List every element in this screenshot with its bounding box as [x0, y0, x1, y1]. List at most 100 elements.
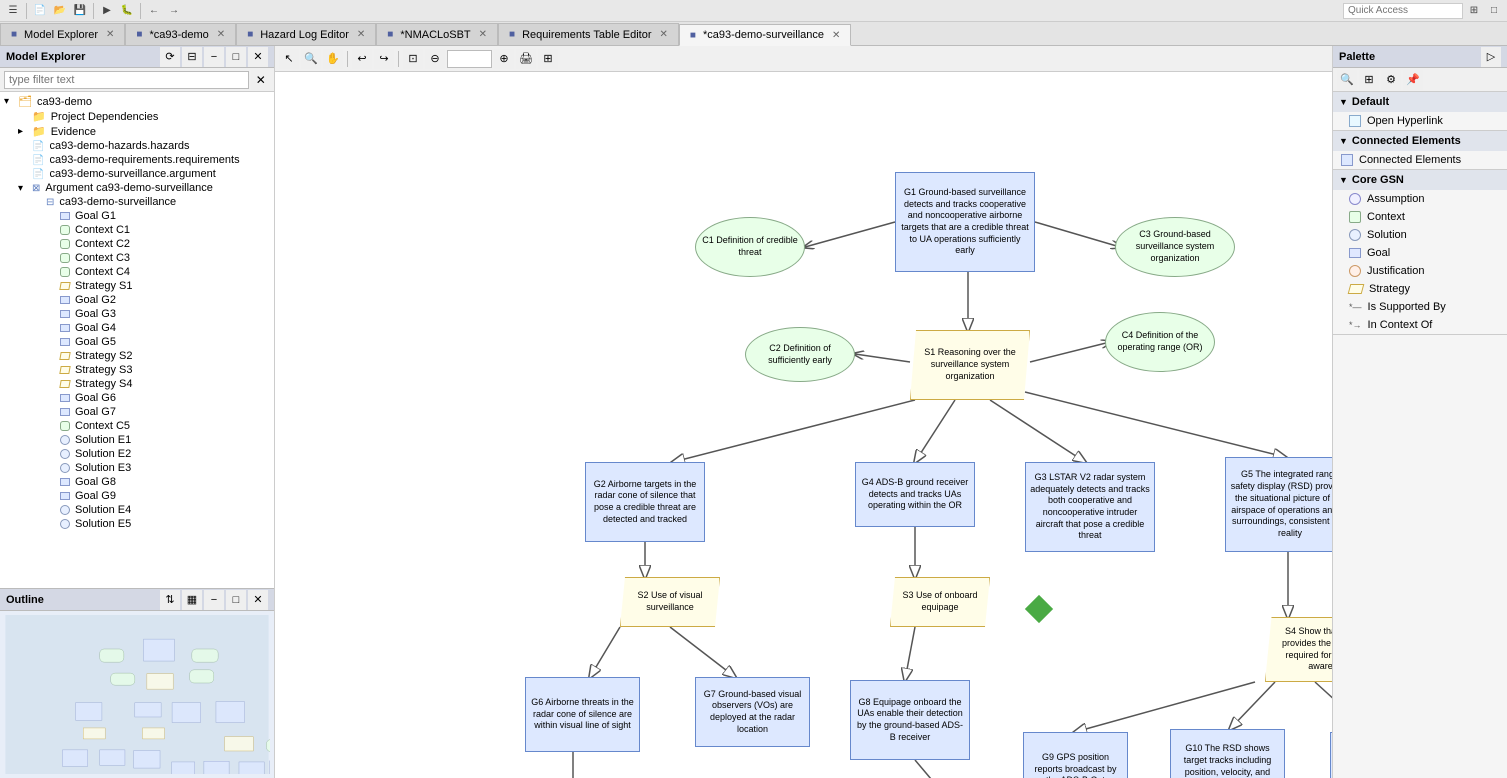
tree-item-goal-g9[interactable]: Goal G9	[0, 489, 274, 503]
tree-item-solution-e2[interactable]: Solution E2	[0, 447, 274, 461]
tree-item-goal-g8[interactable]: Goal G8	[0, 475, 274, 489]
tab-requirements-table[interactable]: ■Requirements Table Editor✕	[498, 23, 679, 45]
tab-hazard-log[interactable]: ■Hazard Log Editor✕	[236, 23, 376, 45]
tree-item-goal-g2[interactable]: Goal G2	[0, 293, 274, 307]
tree-item-context-c1[interactable]: Context C1	[0, 223, 274, 237]
diagram-canvas[interactable]: G1 Ground-based surveillance detects and…	[275, 72, 1332, 778]
me-close-btn[interactable]: ✕	[248, 47, 268, 67]
diag-undo-btn[interactable]: ↩	[352, 49, 372, 69]
palette-section-gsn-header[interactable]: ▼ Core GSN	[1333, 170, 1507, 190]
outline-max-btn[interactable]: □	[226, 590, 246, 610]
quick-access-input[interactable]	[1343, 3, 1463, 19]
tree-item-solution-e1[interactable]: Solution E1	[0, 433, 274, 447]
node-g4[interactable]: G4 ADS-B ground receiver detects and tra…	[855, 462, 975, 527]
outline-sort-btn[interactable]: ⇅	[160, 590, 180, 610]
me-collapse-btn[interactable]: ⊟	[182, 47, 202, 67]
node-g6[interactable]: G6 Airborne threats in the radar cone of…	[525, 677, 640, 752]
node-g11[interactable]: G11 The RSD is calibrated and centered t…	[1330, 732, 1332, 778]
tree-item-goal-g5[interactable]: Goal G5	[0, 335, 274, 349]
diag-zoomout-btn[interactable]: ⊖	[425, 49, 445, 69]
toolbar-menu[interactable]: ☰	[4, 2, 22, 20]
diag-select-btn[interactable]: ↖	[279, 49, 299, 69]
node-g9[interactable]: G9 GPS position reports broadcast by the…	[1023, 732, 1128, 778]
node-g5[interactable]: G5 The integrated range safety display (…	[1225, 457, 1332, 552]
palette-section-default-header[interactable]: ▼ Default	[1333, 92, 1507, 112]
tree-item-surveillance-file[interactable]: 📄ca93-demo-surveillance.argument	[0, 167, 274, 181]
tree-item-solution-e3[interactable]: Solution E3	[0, 461, 274, 475]
palette-item-strategy[interactable]: Strategy	[1333, 280, 1507, 298]
diag-fit-btn[interactable]: ⊡	[403, 49, 423, 69]
palette-item-goal[interactable]: Goal	[1333, 244, 1507, 262]
node-g7[interactable]: G7 Ground-based visual observers (VOs) a…	[695, 677, 810, 747]
toolbar-forward[interactable]: →	[165, 2, 183, 20]
outline-pin-btn[interactable]: −	[204, 590, 224, 610]
tree-item-surveillance-node[interactable]: ⊟ca93-demo-surveillance	[0, 195, 274, 209]
diag-zoom-btn[interactable]: 🔍	[301, 49, 321, 69]
node-s2[interactable]: S2 Use of visual surveillance	[620, 577, 720, 627]
toolbar-new[interactable]: 📄	[31, 2, 49, 20]
diag-print-btn[interactable]: 🖨	[516, 49, 536, 69]
node-g8[interactable]: G8 Equipage onboard the UAs enable their…	[850, 680, 970, 760]
me-sync-btn[interactable]: ⟳	[160, 47, 180, 67]
tree-item-project-deps[interactable]: 📁Project Dependencies	[0, 109, 274, 124]
tab-ca93-demo[interactable]: ■*ca93-demo✕	[125, 23, 236, 45]
tree-item-goal-g7[interactable]: Goal G7	[0, 405, 274, 419]
palette-settings-btn[interactable]: ⚙	[1381, 70, 1401, 90]
tree-item-solution-e5[interactable]: Solution E5	[0, 517, 274, 531]
tree-item-goal-g6[interactable]: Goal G6	[0, 391, 274, 405]
tree-item-context-c4[interactable]: Context C4	[0, 265, 274, 279]
tree-item-strategy-s1[interactable]: Strategy S1	[0, 279, 274, 293]
tree-item-goal-g1[interactable]: Goal G1	[0, 209, 274, 223]
tree-item-context-c5[interactable]: Context C5	[0, 419, 274, 433]
connected-elements-item[interactable]: Connected Elements	[1333, 151, 1507, 169]
tree-toggle-evidence[interactable]: ▸	[18, 126, 30, 137]
tree-item-hazards-file[interactable]: 📄ca93-demo-hazards.hazards	[0, 139, 274, 153]
tree-item-goal-g4[interactable]: Goal G4	[0, 321, 274, 335]
tree-item-strategy-s3[interactable]: Strategy S3	[0, 363, 274, 377]
node-g10[interactable]: G10 The RSD shows target tracks includin…	[1170, 729, 1285, 778]
toolbar-debug[interactable]: 🐛	[118, 2, 136, 20]
toolbar-maximize[interactable]: □	[1485, 2, 1503, 20]
palette-pin2-btn[interactable]: 📌	[1403, 70, 1423, 90]
tree-item-ca93-demo[interactable]: ▾🗂ca93-demo	[0, 94, 274, 109]
palette-section-connected-header[interactable]: ▼ Connected Elements	[1333, 131, 1507, 151]
tree-toggle-ca93-demo[interactable]: ▾	[4, 96, 16, 107]
me-max-btn[interactable]: □	[226, 47, 246, 67]
tree-item-strategy-s2[interactable]: Strategy S2	[0, 349, 274, 363]
toolbar-save[interactable]: 💾	[71, 2, 89, 20]
palette-layout-btn[interactable]: ⊞	[1359, 70, 1379, 90]
tree-item-solution-e4[interactable]: Solution E4	[0, 503, 274, 517]
node-g3[interactable]: G3 LSTAR V2 radar system adequately dete…	[1025, 462, 1155, 552]
tree-item-context-c3[interactable]: Context C3	[0, 251, 274, 265]
tree-item-strategy-s4[interactable]: Strategy S4	[0, 377, 274, 391]
tree-item-requirements-file[interactable]: 📄ca93-demo-requirements.requirements	[0, 153, 274, 167]
diag-layout-btn[interactable]: ⊞	[538, 49, 558, 69]
tree-item-argument[interactable]: ▾⊠Argument ca93-demo-surveillance	[0, 181, 274, 195]
node-s3[interactable]: S3 Use of onboard equipage	[890, 577, 990, 627]
node-s4[interactable]: S4 Show that the RSD provides the inform…	[1265, 617, 1332, 682]
node-c2[interactable]: C2 Definition of sufficiently early	[745, 327, 855, 382]
palette-item-justification[interactable]: Justification	[1333, 262, 1507, 280]
tree-item-evidence[interactable]: ▸📁Evidence	[0, 124, 274, 139]
node-c1[interactable]: C1 Definition of credible threat	[695, 217, 805, 277]
node-g1[interactable]: G1 Ground-based surveillance detects and…	[895, 172, 1035, 272]
node-g2[interactable]: G2 Airborne targets in the radar cone of…	[585, 462, 705, 542]
diag-zoomin-btn[interactable]: ⊕	[494, 49, 514, 69]
node-c4[interactable]: C4 Definition of the operating range (OR…	[1105, 312, 1215, 372]
zoom-input[interactable]: 100%	[447, 50, 492, 68]
outline-view-btn[interactable]: ▦	[182, 590, 202, 610]
me-pin-btn[interactable]: −	[204, 47, 224, 67]
tree-item-goal-g3[interactable]: Goal G3	[0, 307, 274, 321]
palette-item-assumption[interactable]: Assumption	[1333, 190, 1507, 208]
outline-close-btn[interactable]: ✕	[248, 590, 268, 610]
palette-item-context[interactable]: Context	[1333, 208, 1507, 226]
palette-item-incontext[interactable]: *→ In Context Of	[1333, 316, 1507, 334]
toolbar-run[interactable]: ▶	[98, 2, 116, 20]
toolbar-perspective[interactable]: ⊞	[1465, 2, 1483, 20]
node-diamond-diamond1[interactable]	[1025, 595, 1053, 623]
palette-item-solution[interactable]: Solution	[1333, 226, 1507, 244]
toolbar-open[interactable]: 📂	[51, 2, 69, 20]
filter-input[interactable]	[4, 71, 249, 89]
filter-clear-btn[interactable]: ✕	[251, 70, 270, 90]
tree-item-context-c2[interactable]: Context C2	[0, 237, 274, 251]
